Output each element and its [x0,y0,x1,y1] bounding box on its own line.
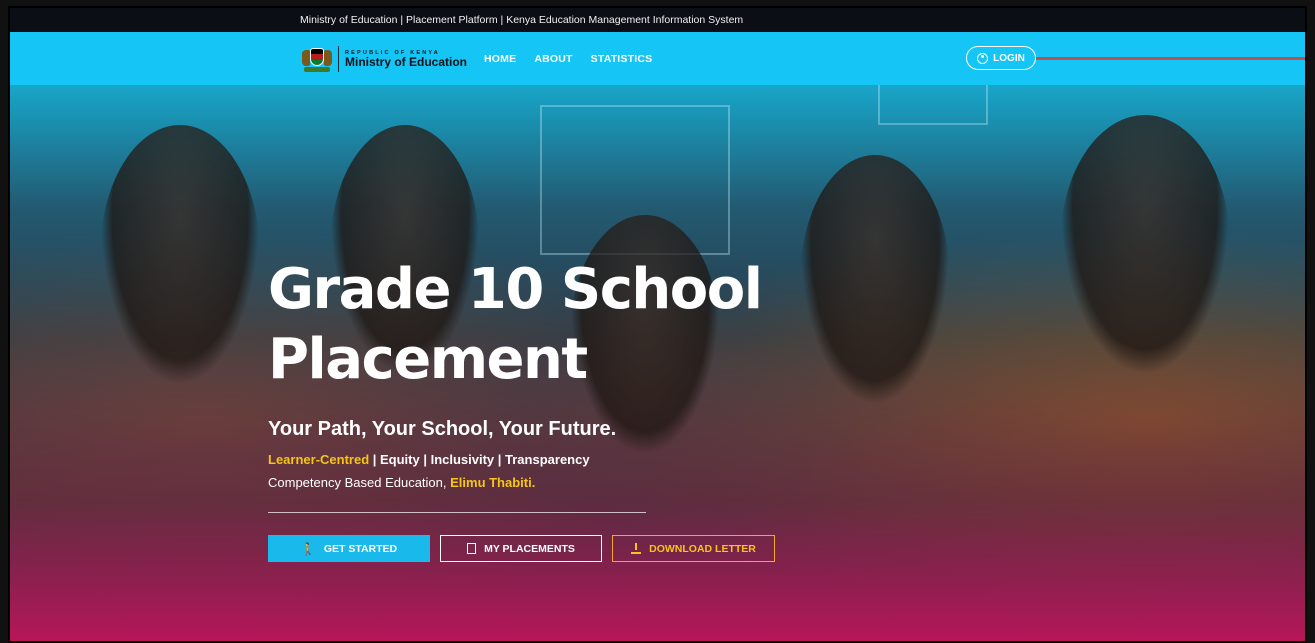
student-photo-5 [1060,115,1230,375]
top-info-text: Ministry of Education | Placement Platfo… [300,14,744,26]
logo-text: REPUBLIC OF KENYA Ministry of Education [345,50,467,69]
my-placements-label: MY PLACEMENTS [484,542,575,555]
user-circle-icon [977,52,989,64]
logo-big-text: Ministry of Education [345,54,468,69]
login-button[interactable]: LOGIN [966,46,1036,70]
hero-title: Grade 10 School Placement [268,255,828,395]
cbe-highlight: Elimu Thabiti. [450,475,536,490]
nav-home-link[interactable]: HOME [484,53,516,65]
download-icon [631,543,642,554]
core-values: Learner-Centred | Equity | Inclusivity |… [268,452,590,467]
walking-person-icon: 🚶 [300,541,316,556]
annotation-red-line [1036,57,1305,60]
logo-divider [338,46,339,72]
top-info-bar: Ministry of Education | Placement Platfo… [10,8,1305,32]
value-learner-centred: Learner-Centred [268,452,370,467]
document-icon [467,543,477,554]
get-started-button[interactable]: 🚶 GET STARTED [268,535,430,562]
hero-tagline: Your Path, Your School, Your Future. [268,418,617,440]
hero-divider [268,512,646,513]
nav-links: HOME ABOUT STATISTICS [484,32,670,85]
hero-title-line1: Grade 10 School [268,257,763,322]
value-rest: | Equity | Inclusivity | Transparency [369,452,590,467]
ministry-logo[interactable]: REPUBLIC OF KENYA Ministry of Education [302,44,467,74]
nav-statistics-link[interactable]: STATISTICS [591,53,653,65]
navbar: REPUBLIC OF KENYA Ministry of Education … [10,32,1305,85]
hero-section: Grade 10 School Placement Your Path, You… [10,85,1305,641]
my-placements-button[interactable]: MY PLACEMENTS [440,535,602,562]
nav-about-link[interactable]: ABOUT [534,53,572,65]
coat-of-arms-icon [302,44,332,74]
browser-frame: Ministry of Education | Placement Platfo… [8,6,1307,643]
download-letter-label: DOWNLOAD LETTER [649,542,756,555]
get-started-label: GET STARTED [323,542,398,555]
login-label: LOGIN [993,52,1025,64]
hero-title-line2: Placement [268,327,588,392]
student-photo-1 [100,125,260,385]
cbe-text: Competency Based Education, Elimu Thabit… [268,475,535,490]
cbe-prefix: Competency Based Education, [268,475,451,490]
download-letter-button[interactable]: DOWNLOAD LETTER [612,535,775,562]
monitor-graphic [878,85,988,125]
